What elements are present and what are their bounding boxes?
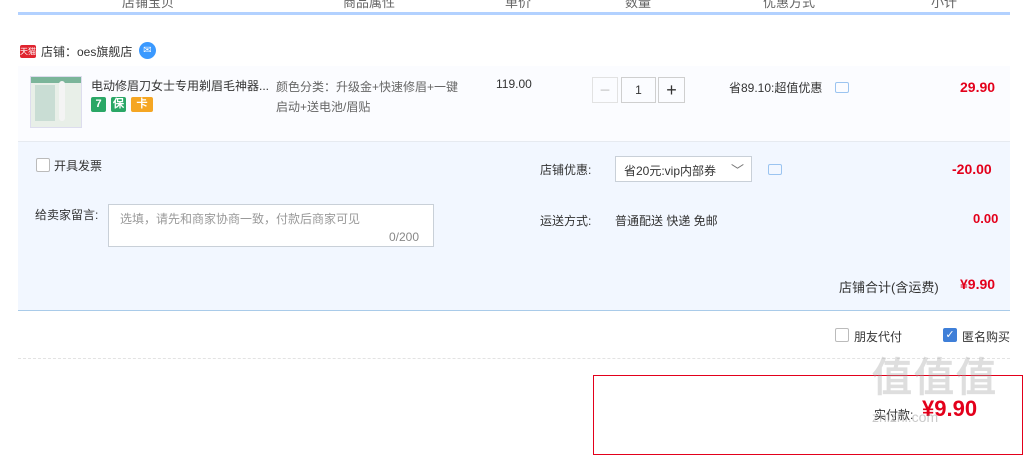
col-header-item: 店铺宝贝 xyxy=(122,0,175,10)
col-header-price: 单价 xyxy=(505,0,532,10)
quantity-decrease-button[interactable]: − xyxy=(592,77,618,103)
product-title[interactable]: 电动修眉刀女士专用剃眉毛神器... xyxy=(91,77,269,94)
product-property: 颜色分类：升级金+快速修眉+一键启动+送电池/眉贴 xyxy=(276,80,459,114)
shop-coupon-label: 店铺优惠: xyxy=(540,163,592,177)
shop-total-label: 店铺合计(含运费) xyxy=(839,280,939,295)
credit-card-icon: 卡 xyxy=(131,97,153,112)
shop-name[interactable]: 店铺：oes旗舰店 xyxy=(41,43,132,60)
table-header: 店铺宝贝 商品属性 单价 数量 优惠方式 小计 xyxy=(18,0,1010,15)
chat-seller-icon[interactable]: ✉ xyxy=(139,42,156,59)
message-label: 给卖家留言: xyxy=(35,208,99,222)
quantity-increase-button[interactable]: + xyxy=(658,77,685,103)
product-thumbnail[interactable] xyxy=(30,76,82,128)
unit-price: 119.00 xyxy=(496,77,532,91)
discount-info-icon[interactable] xyxy=(835,82,849,93)
anonymous-checkbox[interactable]: ✓ xyxy=(943,328,957,342)
shop-coupon-value: 省20元:vip内部券 xyxy=(624,164,717,178)
invoice-label[interactable]: 开具发票 xyxy=(54,157,102,174)
message-char-count: 0/200 xyxy=(389,230,420,244)
tmall-icon: 天猫 xyxy=(20,45,36,58)
shipping-amount: 0.00 xyxy=(973,211,999,226)
chevron-down-icon[interactable]: ﹀ xyxy=(731,160,744,179)
friend-pay-checkbox[interactable] xyxy=(835,328,849,342)
discount-text: 省89.10:超值优惠 xyxy=(729,81,823,95)
shop-total-value: ¥9.90 xyxy=(960,276,996,292)
seven-day-return-icon: 7 xyxy=(91,97,106,112)
friend-pay-label[interactable]: 朋友代付 xyxy=(854,328,902,345)
quantity-input[interactable]: 1 xyxy=(621,77,656,103)
watermark-logo: 值值值 xyxy=(872,356,998,400)
coupon-info-icon[interactable] xyxy=(768,164,782,175)
guarantee-icon: 保 xyxy=(111,97,126,112)
divider xyxy=(18,358,1010,359)
shipping-method: 普通配送 快递 免邮 xyxy=(615,214,718,228)
col-header-property: 商品属性 xyxy=(343,0,396,10)
col-header-subtotal: 小计 xyxy=(931,0,958,10)
shipping-label: 运送方式: xyxy=(540,214,592,228)
shop-coupon-amount: -20.00 xyxy=(952,161,992,177)
seller-message-placeholder: 选填，请先和商家协商一致，付款后商家可见 xyxy=(120,212,361,226)
anonymous-label[interactable]: 匿名购买 xyxy=(962,328,1010,345)
item-subtotal: 29.90 xyxy=(960,79,996,95)
watermark-site: zhizhi.com xyxy=(872,409,939,425)
invoice-checkbox[interactable] xyxy=(36,158,50,172)
col-header-discount: 优惠方式 xyxy=(763,0,816,10)
col-header-quantity: 数量 xyxy=(625,0,652,10)
